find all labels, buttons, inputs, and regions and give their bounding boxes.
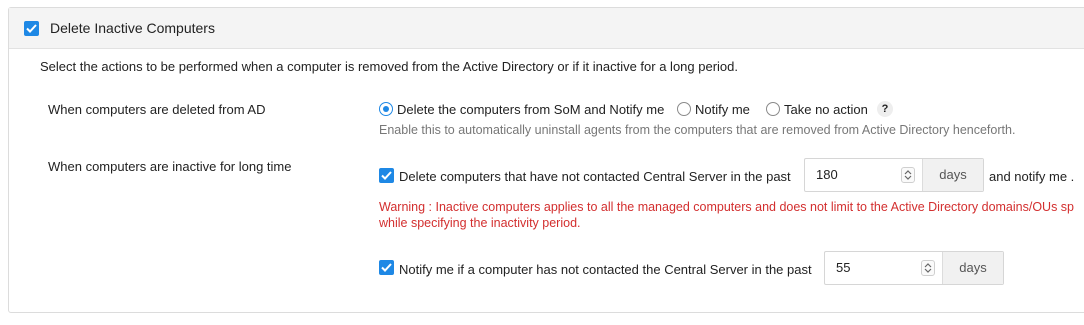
delete-days-value[interactable]: 180 (805, 159, 894, 191)
notify-days-input[interactable]: 55 days (824, 251, 1004, 285)
notify-days-unit: days (942, 252, 1003, 284)
delete-days-stepper[interactable] (894, 159, 922, 191)
radio-delete-and-notify-label[interactable]: Delete the computers from SoM and Notify… (397, 102, 664, 117)
help-icon[interactable]: ? (877, 101, 893, 117)
notify-days-stepper[interactable] (914, 252, 942, 284)
notify-rule-checkbox[interactable] (379, 260, 394, 275)
checkmark-icon (381, 171, 392, 180)
notify-suffix: and notify me . (989, 169, 1075, 184)
radio-take-no-action-label[interactable]: Take no action (784, 102, 868, 117)
section-description: Select the actions to be performed when … (40, 59, 738, 74)
radio-take-no-action[interactable] (766, 102, 780, 116)
notify-days-value[interactable]: 55 (825, 252, 914, 284)
radio-notify-me-label[interactable]: Notify me (695, 102, 750, 117)
inactive-label: When computers are inactive for long tim… (48, 159, 292, 174)
radio-delete-and-notify[interactable] (379, 102, 393, 116)
checkmark-icon (381, 263, 392, 272)
delete-inactive-rule-checkbox[interactable] (379, 168, 394, 183)
deleted-from-ad-hint: Enable this to automatically uninstall a… (379, 123, 1016, 137)
enable-delete-inactive-checkbox[interactable] (24, 21, 39, 36)
delete-days-unit: days (922, 159, 983, 191)
notify-rule-label: Notify me if a computer has not contacte… (399, 262, 812, 277)
panel-header: Delete Inactive Computers (9, 8, 1084, 49)
stepper-arrows-icon (904, 170, 912, 180)
panel-title: Delete Inactive Computers (50, 20, 215, 36)
delete-inactive-rule-label: Delete computers that have not contacted… (399, 169, 791, 184)
deleted-from-ad-label: When computers are deleted from AD (48, 102, 266, 117)
warning-text-line1: Warning : Inactive computers applies to … (379, 200, 1075, 214)
stepper-arrows-icon (924, 263, 932, 273)
warning-text-line2: while specifying the inactivity period. (379, 216, 581, 230)
delete-days-input[interactable]: 180 days (804, 158, 984, 192)
checkmark-icon (26, 24, 37, 33)
radio-notify-me[interactable] (677, 102, 691, 116)
